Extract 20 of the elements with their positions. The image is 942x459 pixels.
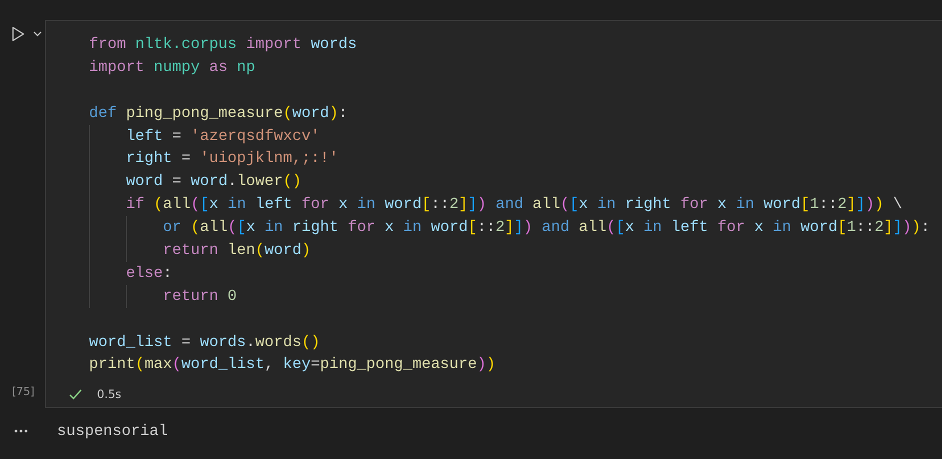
execution-time: 0.5s: [97, 387, 122, 401]
code-line: else:: [124, 262, 172, 284]
code-line: return 0: [162, 286, 237, 307]
code-line: print(max(word_list, key=ping_pong_measure)): [89, 354, 496, 376]
code-line: or (all([x in right for x in word[::2]]) and all([x in left for x in word[1::2]])):: [162, 217, 930, 238]
code-line: left = 'azerqsdfwxcv': [124, 126, 320, 147]
caret-icon[interactable]: [33, 31, 42, 37]
code-line: word = word.lower(): [124, 171, 302, 192]
code-line: right = 'uiopjklnm,;:!': [124, 148, 338, 170]
code-line: return len(word): [162, 240, 311, 262]
code-line: from nltk.corpus import words: [89, 34, 357, 55]
more-icon[interactable]: [14, 428, 28, 432]
output-text: suspensorial: [57, 422, 168, 440]
execution-count: [75]: [11, 385, 36, 400]
code-line: word_list = words.words(): [89, 332, 320, 353]
code-line: def ping_pong_measure(word):: [89, 102, 348, 124]
code-cell[interactable]: [45, 20, 942, 408]
code-line: if (all([x in left for x in word[::2]]) and all([x in right for x in word[1::2]])) \: [124, 194, 902, 216]
code-line: import numpy as np: [89, 56, 256, 78]
run-button[interactable]: [11, 26, 25, 42]
